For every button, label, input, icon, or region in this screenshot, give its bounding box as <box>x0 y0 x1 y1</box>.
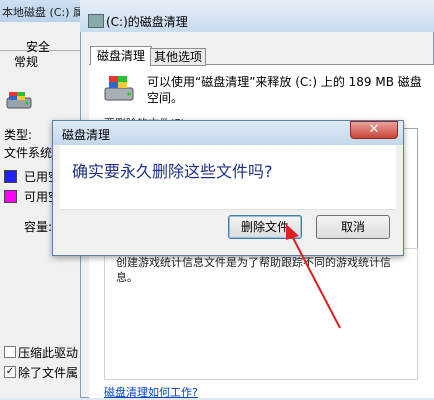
filesystem-label: 文件系统: <box>4 146 57 160</box>
used-space-swatch <box>4 170 17 183</box>
compress-drive-checkbox[interactable] <box>4 346 16 358</box>
confirm-message: 确实要永久删除这些文件吗? <box>72 162 273 181</box>
cancel-button[interactable]: 取消 <box>316 215 390 239</box>
disk-cleanup-icon <box>88 14 104 28</box>
free-space-swatch <box>4 190 17 203</box>
description-text: 创建游戏统计信息文件是为了帮助跟踪不同的游戏统计信息。 <box>116 256 391 284</box>
type-label: 类型: <box>4 128 33 142</box>
tab-more-options[interactable]: 其他选项 <box>150 48 206 66</box>
index-files-checkbox[interactable]: ✓ <box>4 366 16 378</box>
tab-disk-cleanup[interactable]: 磁盘清理 <box>90 46 152 65</box>
close-icon[interactable]: ✕ <box>350 121 398 139</box>
index-files-label: 除了文件属 <box>18 366 79 380</box>
confirm-title: 磁盘清理 <box>62 128 111 142</box>
cleanup-title: (C:)的磁盘清理 <box>106 15 188 29</box>
drive-cleanup-icon <box>104 76 134 101</box>
compress-drive-label: 压缩此驱动 <box>18 346 79 360</box>
drive-icon <box>6 92 32 109</box>
capacity-label: 容量: <box>24 220 53 234</box>
tab-general[interactable]: 常规 <box>14 53 38 70</box>
delete-files-button[interactable]: 删除文件 <box>228 215 302 239</box>
cleanup-info-text: 可以使用“磁盘清理”来释放 (C:) 上的 189 MB 磁盘空间。 <box>147 75 422 105</box>
